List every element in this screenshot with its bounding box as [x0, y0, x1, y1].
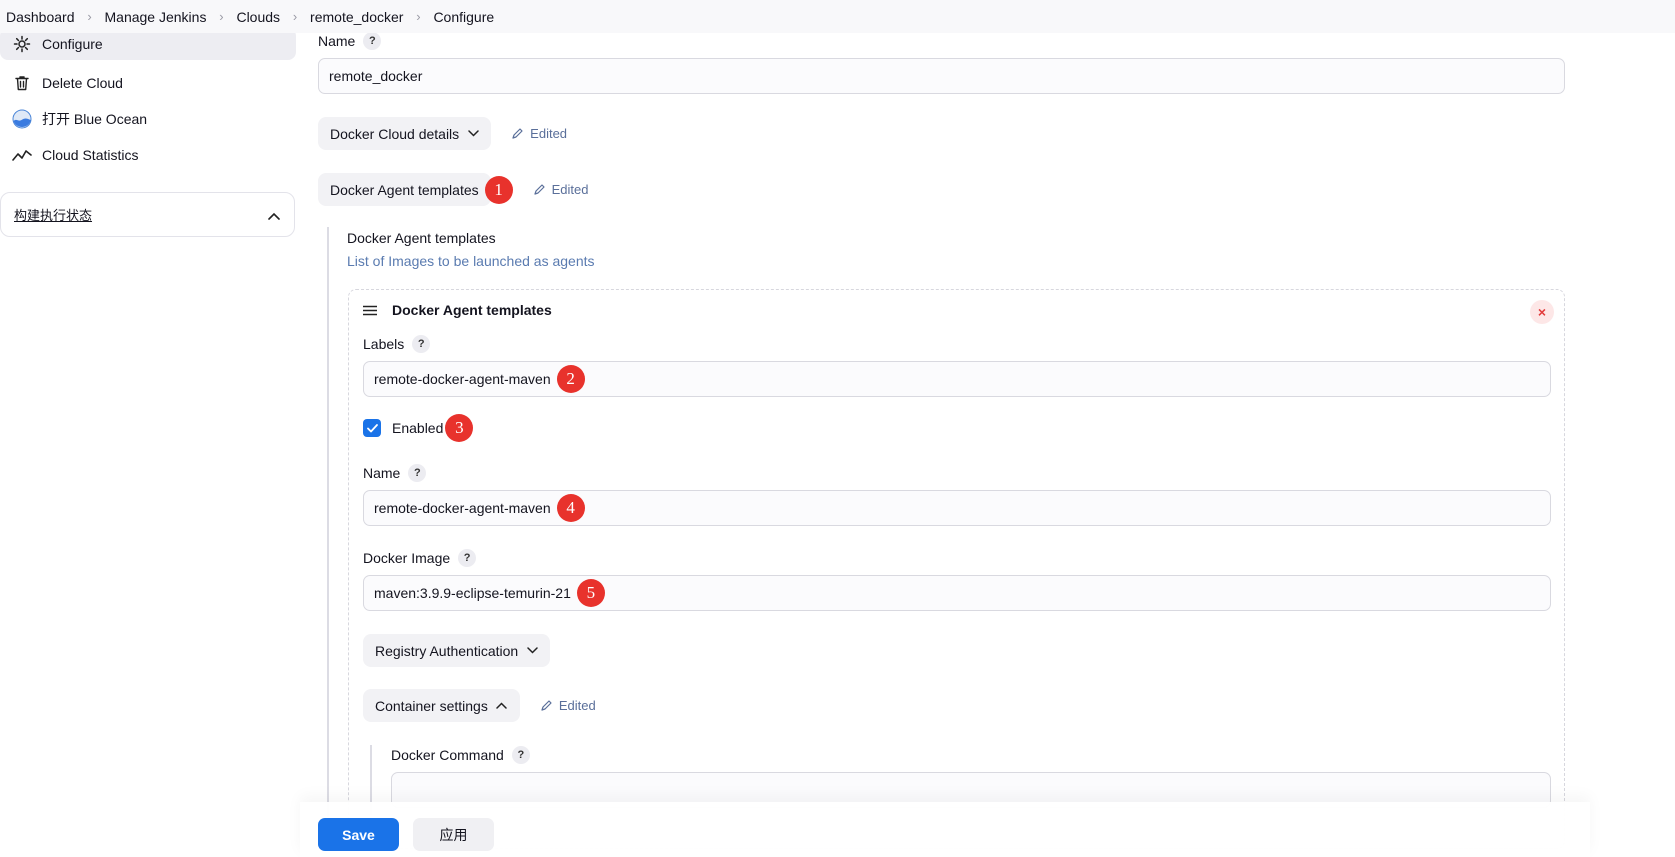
docker-image-value: maven:3.9.9-eclipse-temurin-21 — [374, 585, 571, 601]
chevron-right-icon: › — [219, 9, 224, 24]
pencil-icon — [534, 184, 545, 195]
help-icon[interactable]: ? — [458, 549, 477, 567]
edited-label: Edited — [530, 126, 568, 141]
sidebar-item-label: Configure — [42, 36, 103, 52]
breadcrumb-configure[interactable]: Configure — [433, 9, 494, 25]
docker-cloud-details-row: Docker Cloud details Edited — [318, 117, 567, 150]
build-executor-status-panel[interactable]: 构建执行状态 — [0, 192, 295, 237]
check-icon — [366, 423, 378, 432]
chevron-down-icon — [526, 645, 538, 657]
registry-auth-row: Registry Authentication — [363, 634, 551, 667]
name-label-row: Name ? — [318, 32, 382, 50]
template-name-label-row: Name ? — [363, 464, 427, 482]
sidebar-item-delete-cloud[interactable]: Delete Cloud — [0, 65, 296, 101]
edited-label: Edited — [558, 698, 596, 713]
container-settings-button[interactable]: Container settings — [363, 689, 520, 722]
chevron-down-icon — [467, 128, 479, 140]
section-title: Docker Agent templates — [347, 230, 496, 246]
name-label: Name — [318, 33, 356, 49]
blue-ocean-icon — [12, 109, 32, 129]
docker-agent-templates-label: Docker Agent templates — [330, 181, 479, 198]
section-guide-line — [327, 227, 329, 817]
chart-line-icon — [12, 145, 32, 165]
build-executor-status-title[interactable]: 构建执行状态 — [14, 205, 92, 224]
docker-cloud-details-button[interactable]: Docker Cloud details — [318, 117, 492, 150]
docker-command-label-row: Docker Command ? — [391, 746, 530, 764]
docker-image-label-row: Docker Image ? — [363, 549, 477, 567]
docker-command-label: Docker Command — [391, 747, 504, 763]
labels-value: remote-docker-agent-maven — [374, 371, 551, 387]
template-name-label: Name — [363, 465, 401, 481]
docker-image-label: Docker Image — [363, 550, 451, 566]
docker-agent-templates-row: Docker Agent templates 1 Edited — [318, 173, 589, 206]
registry-authentication-label: Registry Authentication — [375, 642, 519, 659]
breadcrumb-dashboard[interactable]: Dashboard — [6, 9, 75, 25]
sidebar-item-label: 打开 Blue Ocean — [42, 111, 148, 127]
sidebar-item-blue-ocean[interactable]: 打开 Blue Ocean — [0, 101, 296, 137]
section-description: List of Images to be launched as agents — [347, 253, 595, 269]
enabled-row: Enabled 3 — [363, 414, 474, 442]
chevron-up-icon[interactable] — [268, 207, 280, 223]
breadcrumb-remote-docker[interactable]: remote_docker — [310, 9, 403, 25]
edited-indicator: Edited — [533, 182, 589, 197]
drag-handle-icon[interactable] — [363, 305, 377, 316]
annotation-badge-5: 5 — [576, 579, 605, 607]
labels-input[interactable]: remote-docker-agent-maven 2 — [363, 361, 1551, 397]
labels-label-row: Labels ? — [363, 335, 431, 353]
chevron-right-icon: › — [416, 9, 421, 24]
template-header: Docker Agent templates — [363, 302, 552, 318]
trash-icon — [12, 73, 32, 93]
cloud-name-input[interactable]: remote_docker — [318, 58, 1565, 94]
pencil-icon — [541, 700, 552, 711]
sidebar-item-cloud-statistics[interactable]: Cloud Statistics — [0, 137, 296, 173]
save-button[interactable]: Save — [318, 818, 399, 851]
labels-label: Labels — [363, 336, 405, 352]
chevron-right-icon: › — [292, 9, 298, 24]
sidebar-item-label: Cloud Statistics — [42, 147, 139, 163]
container-settings-row: Container settings Edited — [363, 689, 596, 722]
chevron-up-icon — [496, 700, 508, 712]
enabled-checkbox[interactable] — [363, 419, 381, 437]
annotation-badge-3: 3 — [445, 414, 474, 442]
close-icon[interactable]: × — [1530, 300, 1554, 324]
registry-authentication-button[interactable]: Registry Authentication — [363, 634, 551, 667]
docker-agent-templates-button[interactable]: Docker Agent templates — [318, 173, 491, 206]
help-icon[interactable]: ? — [408, 464, 427, 482]
chevron-right-icon: › — [87, 9, 92, 24]
breadcrumb: Dashboard › Manage Jenkins › Clouds › re… — [0, 0, 1675, 33]
annotation-badge-4: 4 — [556, 494, 585, 522]
sidebar: Configure Delete Cloud 打开 Blue Ocean Clo… — [0, 25, 296, 173]
template-header-title: Docker Agent templates — [392, 302, 552, 318]
template-name-input[interactable]: remote-docker-agent-maven 4 — [363, 490, 1551, 526]
template-name-value: remote-docker-agent-maven — [374, 500, 551, 516]
edited-indicator: Edited — [540, 698, 596, 713]
apply-button[interactable]: 应用 — [413, 818, 494, 851]
container-settings-label: Container settings — [375, 697, 488, 714]
gear-icon — [12, 34, 32, 54]
edited-indicator: Edited — [511, 126, 567, 141]
edited-label: Edited — [551, 182, 589, 197]
annotation-badge-2: 2 — [556, 365, 585, 393]
breadcrumb-clouds[interactable]: Clouds — [236, 9, 280, 25]
docker-cloud-details-label: Docker Cloud details — [330, 125, 460, 142]
pencil-icon — [512, 128, 523, 139]
help-icon[interactable]: ? — [412, 335, 431, 353]
annotation-badge-1: 1 — [484, 175, 513, 204]
enabled-label[interactable]: Enabled — [392, 420, 443, 436]
sidebar-item-label: Delete Cloud — [42, 75, 123, 91]
help-icon[interactable]: ? — [511, 746, 530, 764]
docker-image-input[interactable]: maven:3.9.9-eclipse-temurin-21 5 — [363, 575, 1551, 611]
help-icon[interactable]: ? — [363, 32, 382, 50]
breadcrumb-manage-jenkins[interactable]: Manage Jenkins — [105, 9, 207, 25]
